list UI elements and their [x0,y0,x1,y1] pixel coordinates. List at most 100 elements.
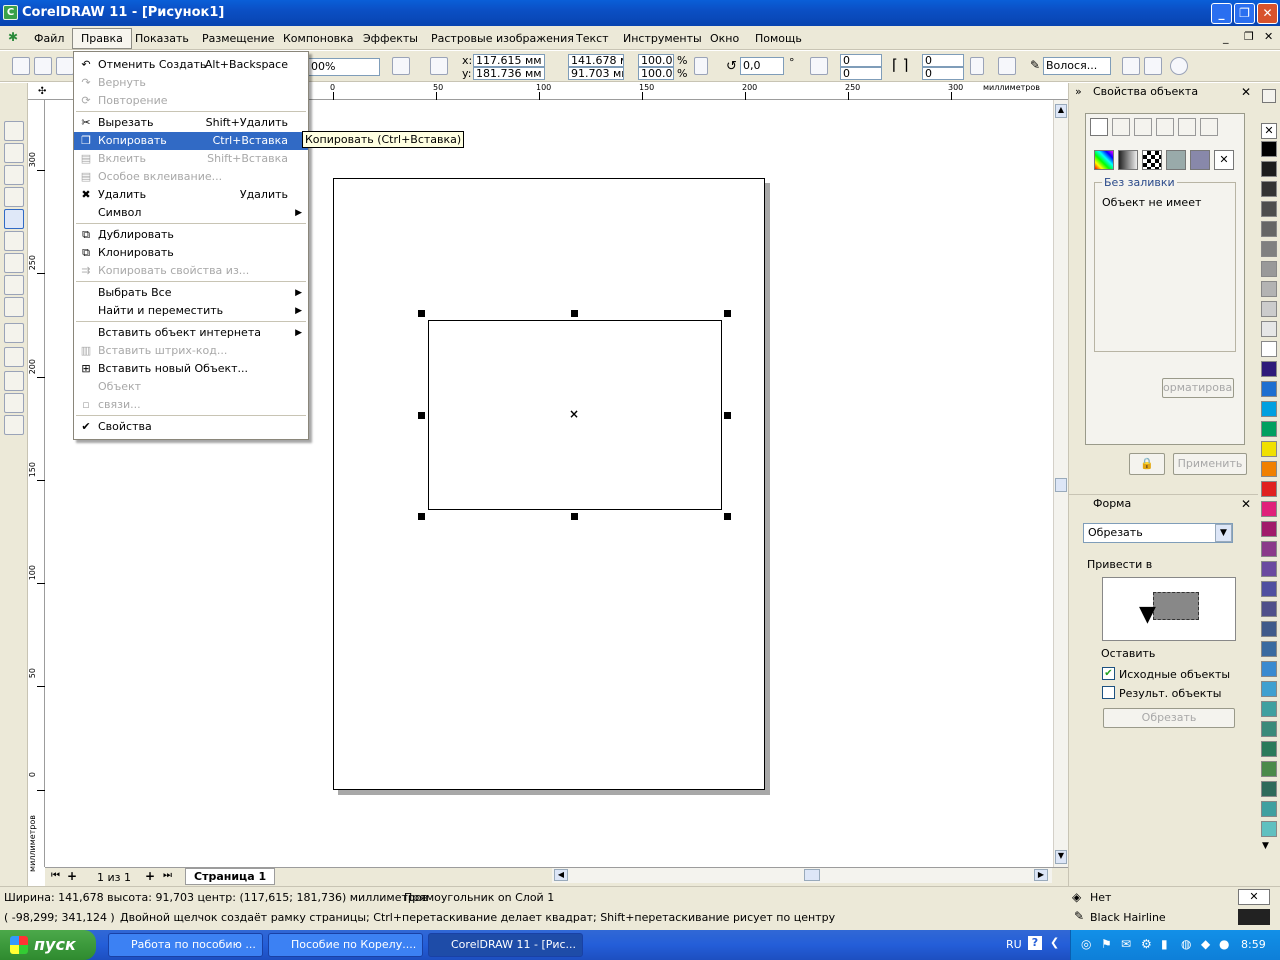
properties-close-icon[interactable]: ✕ [1241,85,1251,99]
color-swatch[interactable] [1261,641,1277,657]
pick-tool-icon[interactable] [4,121,24,141]
color-swatch[interactable] [1261,201,1277,217]
color-swatch[interactable] [1261,521,1277,537]
scroll-thumb[interactable] [1055,478,1067,492]
save-icon[interactable] [56,57,74,75]
color-swatch[interactable] [1261,561,1277,577]
color-swatch[interactable] [1261,821,1277,837]
shape-tool-icon[interactable] [4,143,24,163]
color-swatch[interactable] [1261,401,1277,417]
edit-menu-item[interactable]: ↶ Отменить Создать Alt+Backspace [74,56,308,74]
menu-effects[interactable]: Эффекты [363,32,418,45]
menu-help[interactable]: Помощь [755,32,802,45]
scroll-left-icon[interactable]: ◀ [554,869,568,881]
color-swatch[interactable] [1261,601,1277,617]
color-swatch[interactable] [1261,361,1277,377]
start-button[interactable]: пуск [0,930,96,960]
corner-lock-icon[interactable] [970,57,984,75]
language-indicator[interactable]: RU [1006,938,1022,951]
x-position-field[interactable]: 117.615 мм [473,54,545,67]
color-swatch[interactable] [1261,301,1277,317]
edit-menu-item[interactable]: Объект [74,378,308,396]
edit-menu-item[interactable]: ↷ Вернуть [74,74,308,92]
color-swatch[interactable] [1261,161,1277,177]
outline-tool-icon[interactable] [4,371,24,391]
zoom-select[interactable]: 00% [308,58,380,76]
edit-menu-item[interactable]: ▥ Вставить штрих-код... [74,342,308,360]
tray-icon[interactable]: ⚙ [1141,937,1152,951]
lock-icon[interactable]: 🔒 [1129,453,1165,475]
no-color-swatch-icon[interactable]: ✕ [1261,123,1277,139]
task-button[interactable]: Работа по пособию ... [108,933,263,957]
edit-menu-item[interactable]: ▤ Вклеить Shift+Вставка [74,150,308,168]
edit-menu-item[interactable]: ✂ Вырезать Shift+Удалить [74,114,308,132]
menu-edit[interactable]: Правка [72,28,132,49]
fill-tool-icon[interactable] [4,393,24,413]
node-icon[interactable] [430,57,448,75]
task-button[interactable]: Пособие по Корелу.... [268,933,423,957]
color-swatch[interactable] [1261,721,1277,737]
fill-tab-icon[interactable] [1090,118,1108,136]
edit-menu-item[interactable]: ⧉ Клонировать [74,244,308,262]
scroll-right-icon[interactable]: ▶ [1034,869,1048,881]
rectangle-tool-icon[interactable] [4,209,24,229]
color-swatch[interactable] [1261,461,1277,477]
help-tray-icon[interactable]: ? [1028,936,1042,950]
color-swatch[interactable] [1261,341,1277,357]
scale-x-field[interactable]: 100.0 [638,54,674,67]
mirror-icon[interactable] [810,57,828,75]
menu-arrange[interactable]: Компоновка [283,32,354,45]
task-button[interactable]: CorelDRAW 11 - [Рис... [428,933,583,957]
edit-menu-item[interactable]: ❐ Копировать Ctrl+Вставка [74,132,308,150]
selection-handle[interactable] [418,513,425,520]
selection-handle[interactable] [571,310,578,317]
selection-handle[interactable] [724,513,731,520]
summary-tab-icon[interactable] [1200,118,1218,136]
wrap-icon[interactable] [998,57,1016,75]
page-tab[interactable]: Страница 1 [185,868,276,885]
menu-layout[interactable]: Размещение [202,32,275,45]
doc-close-icon[interactable]: ✕ [1264,30,1273,43]
edit-menu-item[interactable]: ▫ связи... [74,396,308,414]
color-swatch[interactable] [1261,421,1277,437]
color-swatch[interactable] [1261,221,1277,237]
selection-handle[interactable] [418,412,425,419]
shaping-close-icon[interactable]: ✕ [1241,497,1251,511]
doc-control-icon[interactable]: ✱ [8,30,18,44]
interactive-tool-icon[interactable] [4,323,24,343]
color-swatch[interactable] [1261,621,1277,637]
scale-y-field[interactable]: 100.0 [638,67,674,80]
trim-button[interactable]: Обрезать [1103,708,1235,728]
edit-menu-item[interactable]: Вставить объект интернета ▶ [74,324,308,342]
scroll-down-icon[interactable]: ▼ [1055,850,1067,864]
height-field[interactable]: 91.703 мм [568,67,624,80]
selection-handle[interactable] [724,310,731,317]
width-field[interactable]: 141.678 м [568,54,624,67]
edit-menu-item[interactable]: ⧉ Дублировать [74,226,308,244]
star-tool-icon[interactable] [4,275,24,295]
corner-br-field[interactable]: 0 [922,67,964,80]
uniform-fill-icon[interactable] [1094,150,1114,170]
menu-text[interactable]: Текст [576,32,609,45]
snap-icon[interactable] [392,57,410,75]
format-button[interactable]: орматировани [1162,378,1234,398]
menu-bitmaps[interactable]: Растровые изображения [431,32,574,45]
docker-expand-icon[interactable]: » [1075,85,1082,98]
edit-menu-item[interactable]: ⟳ Повторение [74,92,308,110]
general-tab-icon[interactable] [1134,118,1152,136]
freehand-tool-icon[interactable] [4,187,24,207]
new-icon[interactable] [12,57,30,75]
color-swatch[interactable] [1261,581,1277,597]
tray-expand-icon[interactable]: ❮ [1050,936,1059,949]
postscript-fill-icon[interactable] [1190,150,1210,170]
edit-menu-item[interactable]: ⇉ Копировать свойства из... [74,262,308,280]
horizontal-scrollbar[interactable]: ◀ ▶ [552,868,1052,883]
color-swatch[interactable] [1261,801,1277,817]
menu-tools[interactable]: Инструменты [623,32,702,45]
texture-fill-icon[interactable] [1166,150,1186,170]
convert-to-curves-icon[interactable] [1170,57,1188,75]
selection-handle[interactable] [571,513,578,520]
color-swatch[interactable] [1261,381,1277,397]
detail-tab-icon[interactable] [1156,118,1174,136]
internet-tab-icon[interactable] [1178,118,1196,136]
